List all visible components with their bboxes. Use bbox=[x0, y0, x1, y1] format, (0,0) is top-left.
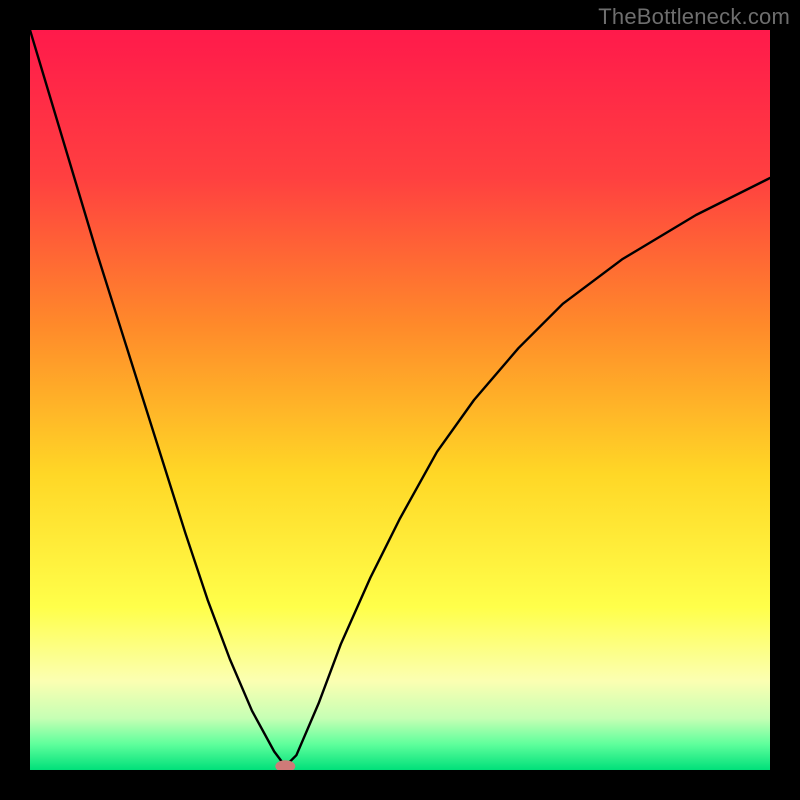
chart-svg bbox=[30, 30, 770, 770]
chart-frame: TheBottleneck.com bbox=[0, 0, 800, 800]
gradient-background bbox=[30, 30, 770, 770]
watermark-text: TheBottleneck.com bbox=[598, 4, 790, 30]
chart-plot-area bbox=[30, 30, 770, 770]
